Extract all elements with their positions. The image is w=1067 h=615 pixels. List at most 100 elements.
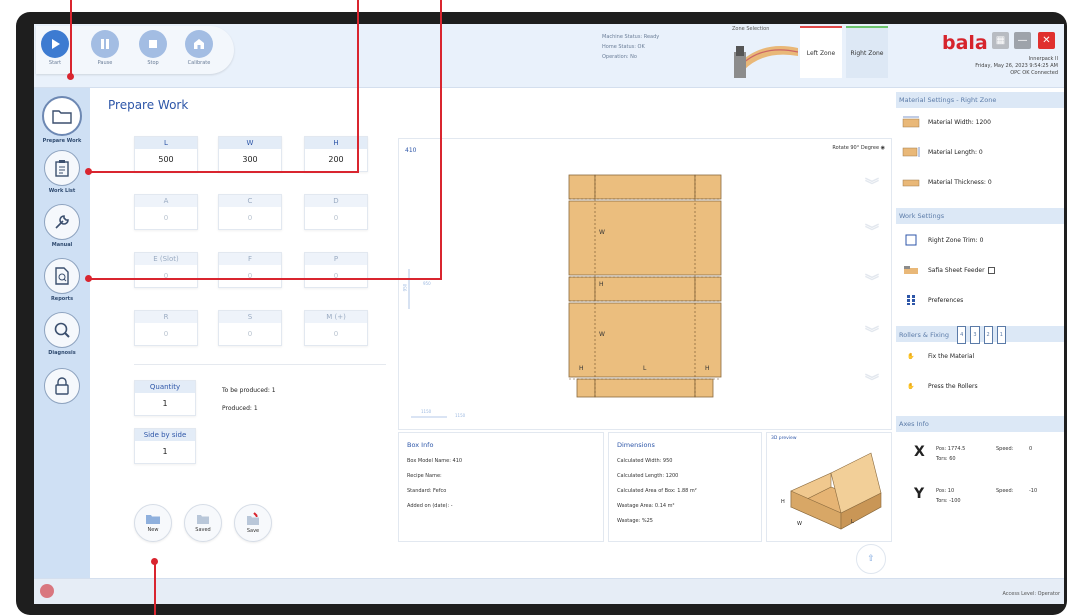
dim-s-field[interactable]: S0 — [218, 310, 282, 346]
start-button[interactable]: Start — [40, 30, 70, 66]
dim-r-field[interactable]: R0 — [134, 310, 198, 346]
close-icon: ✕ — [1042, 35, 1051, 46]
axes-info-header: Axes Info — [896, 416, 1064, 432]
dimensions-panel: Dimensions Calculated Width: 950 Calcula… — [608, 432, 762, 542]
clipboard-icon — [44, 150, 80, 186]
quantity-field[interactable]: Quantity 1 — [134, 380, 196, 416]
sidebar-item-reports[interactable]: Reports — [39, 258, 85, 302]
chevron-down-icon: ︾ — [865, 326, 879, 342]
right-zone-trim-item[interactable]: Right Zone Trim: 0 — [902, 234, 983, 246]
saved-icon — [197, 515, 209, 524]
new-folder-icon — [146, 515, 160, 524]
annotation-line — [154, 562, 156, 615]
material-length-item[interactable]: Material Length: 0 — [902, 146, 983, 158]
press-rollers-item[interactable]: ✋ Press the Rollers — [902, 380, 977, 392]
sidebar-item-manual[interactable]: Manual — [39, 204, 85, 248]
grid-icon: ▦ — [995, 35, 1006, 46]
grid-button[interactable]: ▦ — [992, 32, 1009, 49]
annotation-line — [357, 0, 359, 172]
tab-left-zone[interactable]: Left Zone — [800, 26, 842, 78]
globe-icon[interactable] — [40, 584, 54, 598]
app-screen: Start Pause Stop Calibrate Machine Statu… — [34, 24, 1064, 604]
chevron-down-icon: ︾ — [865, 274, 879, 290]
bottom-bar: Access Level: Operator — [34, 578, 1064, 604]
trim-icon — [902, 234, 920, 246]
sidebar-item-diagnosis[interactable]: Diagnosis — [39, 312, 85, 356]
machine-zone-image — [734, 46, 798, 78]
material-settings-header: Material Settings - Right Zone — [896, 92, 1064, 108]
box-info-panel: Box Info Box Model Name: 410 Recipe Name… — [398, 432, 604, 542]
box-flat-layout — [408, 174, 722, 418]
box-drawing-panel: 410 Rotate 90° Degree ◉ W H W H L H 950 … — [398, 138, 892, 430]
dim-e-field[interactable]: E (Slot) 0 — [134, 252, 198, 288]
pause-button[interactable]: Pause — [90, 30, 120, 66]
scroll-up-button[interactable]: ⇧ — [856, 544, 886, 574]
bala-logo: bala — [942, 32, 988, 54]
work-settings-header: Work Settings — [896, 208, 1064, 224]
close-button[interactable]: ✕ — [1038, 32, 1055, 49]
stop-button[interactable]: Stop — [138, 30, 168, 66]
material-thickness-item[interactable]: Material Thickness: 0 — [902, 176, 992, 188]
box-3d-illustration — [790, 452, 882, 530]
annotation-dot — [151, 558, 158, 565]
axis-y-speed: Speed: -10 — [996, 488, 1038, 494]
annotation-dot — [85, 168, 92, 175]
material-thickness-icon — [902, 176, 920, 188]
production-info: To be produced: 1 Produced: 1 — [222, 387, 276, 412]
dim-w-field[interactable]: W 300 — [218, 136, 282, 172]
annotation-dot — [67, 73, 74, 80]
chevron-down-icon: ︾ — [865, 224, 879, 240]
save-icon — [247, 512, 259, 525]
hand-icon: ✋ — [907, 382, 915, 390]
preferences-icon — [902, 294, 920, 306]
page-title: Prepare Work — [108, 98, 189, 112]
machine-controls: Start Pause Stop Calibrate — [36, 26, 234, 74]
material-width-item[interactable]: Material Width: 1200 — [902, 116, 991, 128]
calibrate-button[interactable]: Calibrate — [184, 30, 214, 66]
dim-f-field[interactable]: F0 — [218, 252, 282, 288]
arrow-up-icon: ⇧ — [867, 554, 875, 564]
folder-icon — [42, 96, 82, 136]
side-by-side-field[interactable]: Side by side 1 — [134, 428, 196, 464]
dim-a-field[interactable]: A0 — [134, 194, 198, 230]
fix-material-item[interactable]: ✋ Fix the Material — [902, 350, 974, 362]
roller-indicators: 4 3 2 1 — [957, 326, 1006, 344]
wrench-icon — [44, 204, 80, 240]
tab-right-zone[interactable]: Right Zone — [846, 26, 888, 78]
sidebar-item-prepare-work[interactable]: Prepare Work — [39, 96, 85, 144]
axis-x-label: X — [914, 444, 925, 460]
magnifier-icon — [44, 312, 80, 348]
feeder-checkbox[interactable] — [987, 266, 995, 274]
axis-x-data: Pos: 1774.5 Tors: 60 — [936, 446, 966, 462]
chevron-down-icon: ︾ — [865, 178, 879, 194]
access-level: Access Level: Operator — [1002, 591, 1060, 597]
divider — [134, 364, 386, 365]
3d-preview-panel: 3D preview H W L — [766, 432, 892, 542]
save-button[interactable]: Save — [234, 504, 274, 542]
annotation-dot — [85, 275, 92, 282]
new-button[interactable]: New — [134, 504, 174, 542]
home-icon — [185, 30, 213, 58]
safia-sheet-feeder-item[interactable]: Safia Sheet Feeder — [902, 264, 995, 276]
lock-icon — [44, 368, 80, 404]
material-length-icon — [902, 146, 920, 158]
dim-c-field[interactable]: C0 — [218, 194, 282, 230]
chevron-down-icon: ︾ — [865, 374, 879, 390]
dim-p-field[interactable]: P0 — [304, 252, 368, 288]
dim-l-field[interactable]: L 500 — [134, 136, 198, 172]
machine-status: Machine Status: Ready Home Status: OK Op… — [602, 34, 660, 60]
minimize-button[interactable]: — — [1014, 32, 1031, 49]
rollers-fixing-header: Rollers & Fixing 4 3 2 1 — [896, 326, 1064, 344]
dim-d-field[interactable]: D0 — [304, 194, 368, 230]
hand-icon: ✋ — [907, 352, 915, 360]
axis-y-data: Pos: 10 Tors: -100 — [936, 488, 961, 504]
preferences-item[interactable]: Preferences — [902, 294, 963, 306]
dim-m-field[interactable]: M (+) 0 — [304, 310, 368, 346]
stop-icon — [139, 30, 167, 58]
sidebar-item-lock[interactable] — [39, 368, 85, 406]
axis-y-label: Y — [914, 486, 925, 502]
annotation-line — [88, 278, 442, 280]
play-icon — [41, 30, 69, 58]
sidebar-item-work-list[interactable]: Work List — [39, 150, 85, 194]
saved-button[interactable]: Saved — [184, 504, 224, 542]
